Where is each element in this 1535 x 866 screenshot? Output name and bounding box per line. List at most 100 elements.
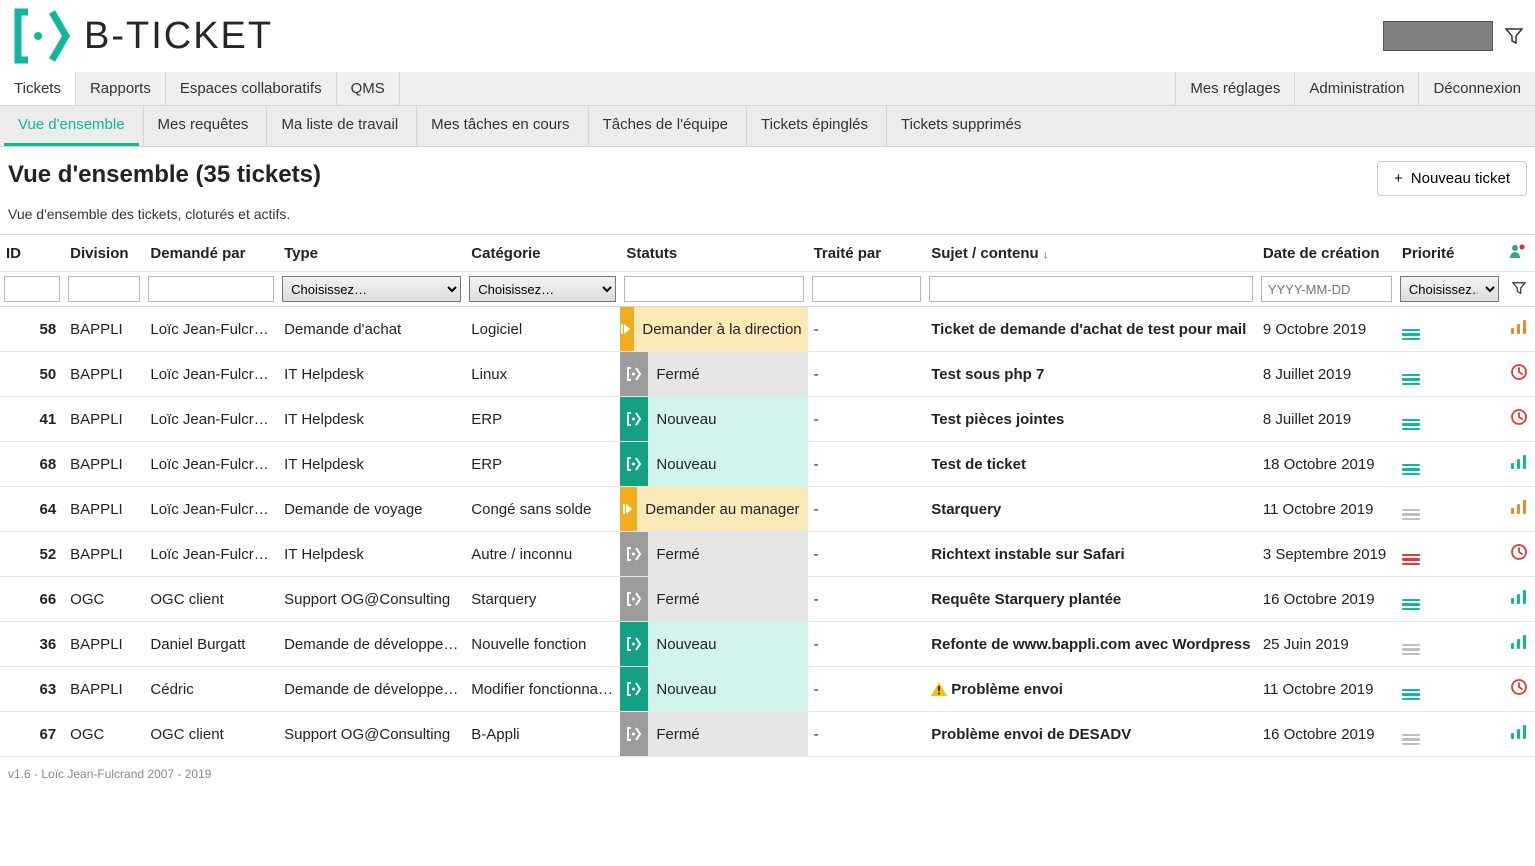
status-icon	[620, 352, 648, 396]
filter-icon[interactable]	[1512, 282, 1526, 298]
cell-division: OGC	[64, 712, 144, 757]
cell-category: Linux	[465, 352, 620, 397]
cell-subject: Test sous php 7	[925, 352, 1257, 397]
cell-status: Fermé	[620, 712, 807, 757]
cell-extra	[1503, 397, 1535, 442]
filter-date-input[interactable]	[1261, 276, 1392, 302]
cell-created: 8 Juillet 2019	[1257, 352, 1396, 397]
filter-subject-input[interactable]	[929, 276, 1253, 302]
table-row[interactable]: 41BAPPLILoïc Jean-FulcrandIT HelpdeskERP…	[0, 397, 1535, 442]
cell-extra	[1503, 667, 1535, 712]
status-bars-icon	[1511, 590, 1526, 604]
logo: B-TICKET	[4, 6, 273, 66]
col-priority[interactable]: Priorité	[1396, 235, 1503, 272]
cell-handled-by: -	[808, 397, 926, 442]
search-box[interactable]	[1383, 21, 1493, 51]
cell-created: 18 Octobre 2019	[1257, 442, 1396, 487]
col-category[interactable]: Catégorie	[465, 235, 620, 272]
plus-icon: +	[1394, 170, 1403, 187]
cell-extra	[1503, 307, 1535, 352]
cell-status: Nouveau	[620, 667, 807, 712]
filter-status-input[interactable]	[624, 276, 803, 302]
subnav-overview[interactable]: Vue d'ensemble	[4, 106, 139, 146]
table-row[interactable]: 68BAPPLILoïc Jean-FulcrandIT HelpdeskERP…	[0, 442, 1535, 487]
filter-category-select[interactable]: Choisissez…	[469, 276, 616, 302]
table-row[interactable]: 58BAPPLILoïc Jean-FulcrandDemande d'acha…	[0, 307, 1535, 352]
overdue-clock-icon	[1510, 678, 1528, 696]
col-status[interactable]: Statuts	[620, 235, 807, 272]
cell-priority	[1396, 667, 1503, 712]
cell-status: Demander à la direction	[620, 307, 807, 352]
new-ticket-button[interactable]: + Nouveau ticket	[1377, 161, 1527, 196]
sort-indicator-icon: ↓	[1043, 249, 1049, 261]
filter-division-input[interactable]	[68, 276, 140, 302]
col-type[interactable]: Type	[278, 235, 465, 272]
cell-subject: Ticket de demande d'achat de test pour m…	[925, 307, 1257, 352]
table-row[interactable]: 64BAPPLILoïc Jean-FulcrandDemande de voy…	[0, 487, 1535, 532]
nav-tickets[interactable]: Tickets	[0, 72, 76, 105]
nav-qms[interactable]: QMS	[337, 72, 400, 105]
cell-priority	[1396, 532, 1503, 577]
status-bars-icon	[1511, 635, 1526, 649]
cell-id: 66	[0, 577, 64, 622]
filter-icon[interactable]	[1505, 27, 1523, 45]
cell-subject: Requête Starquery plantée	[925, 577, 1257, 622]
col-id[interactable]: ID	[0, 235, 64, 272]
table-row[interactable]: 36BAPPLIDaniel BurgattDemande de dévelop…	[0, 622, 1535, 667]
col-subject[interactable]: Sujet / contenu↓	[925, 235, 1257, 272]
priority-icon	[1402, 644, 1420, 656]
cell-category: ERP	[465, 442, 620, 487]
status-label: Nouveau	[648, 667, 807, 711]
table-row[interactable]: 63BAPPLICédricDemande de développementMo…	[0, 667, 1535, 712]
filter-requested-by-input[interactable]	[148, 276, 274, 302]
subnav-deleted[interactable]: Tickets supprimés	[886, 106, 1035, 146]
table-row[interactable]: 50BAPPLILoïc Jean-FulcrandIT HelpdeskLin…	[0, 352, 1535, 397]
page-title: Vue d'ensemble (35 tickets)	[8, 161, 321, 189]
priority-icon	[1402, 464, 1420, 476]
cell-created: 25 Juin 2019	[1257, 622, 1396, 667]
nav-admin[interactable]: Administration	[1294, 72, 1418, 105]
cell-priority	[1396, 352, 1503, 397]
filter-id-input[interactable]	[4, 276, 60, 302]
col-requested-by[interactable]: Demandé par	[144, 235, 278, 272]
filter-type-select[interactable]: Choisissez…	[282, 276, 461, 302]
cell-handled-by: -	[808, 712, 926, 757]
cell-division: BAPPLI	[64, 667, 144, 712]
nav-espaces[interactable]: Espaces collaboratifs	[166, 72, 337, 105]
table-row[interactable]: 66OGCOGC clientSupport OG@ConsultingStar…	[0, 577, 1535, 622]
status-label: Fermé	[648, 712, 807, 756]
cell-requested-by: Loïc Jean-Fulcrand	[144, 487, 278, 532]
subnav-my-tasks[interactable]: Mes tâches en cours	[416, 106, 583, 146]
status-bars-icon	[1511, 725, 1526, 739]
status-icon	[620, 577, 648, 621]
subnav-pinned[interactable]: Tickets épinglés	[746, 106, 882, 146]
cell-handled-by: -	[808, 577, 926, 622]
subnav-my-requests[interactable]: Mes requêtes	[143, 106, 263, 146]
table-row[interactable]: 67OGCOGC clientSupport OG@ConsultingB-Ap…	[0, 712, 1535, 757]
col-handled-by[interactable]: Traité par	[808, 235, 926, 272]
col-division[interactable]: Division	[64, 235, 144, 272]
nav-rapports[interactable]: Rapports	[76, 72, 166, 105]
cell-priority	[1396, 487, 1503, 532]
cell-subject: Test pièces jointes	[925, 397, 1257, 442]
nav-logout[interactable]: Déconnexion	[1418, 72, 1535, 105]
cell-type: IT Helpdesk	[278, 442, 465, 487]
subnav-worklist[interactable]: Ma liste de travail	[266, 106, 412, 146]
cell-extra	[1503, 622, 1535, 667]
col-created[interactable]: Date de création	[1257, 235, 1396, 272]
cell-priority	[1396, 397, 1503, 442]
primary-nav: Tickets Rapports Espaces collaboratifs Q…	[0, 72, 1535, 106]
new-ticket-label: Nouveau ticket	[1411, 170, 1510, 187]
cell-type: Support OG@Consulting	[278, 577, 465, 622]
table-row[interactable]: 52BAPPLILoïc Jean-FulcrandIT HelpdeskAut…	[0, 532, 1535, 577]
cell-extra	[1503, 442, 1535, 487]
filter-priority-select[interactable]: Choisissez…	[1400, 276, 1499, 302]
cell-category: ERP	[465, 397, 620, 442]
status-label: Fermé	[648, 532, 807, 576]
subnav-team-tasks[interactable]: Tâches de l'équipe	[588, 106, 742, 146]
user-status-icon	[1509, 243, 1525, 259]
filter-handled-by-input[interactable]	[812, 276, 922, 302]
table-filter-row: Choisissez… Choisissez… Choisissez…	[0, 272, 1535, 307]
status-label: Nouveau	[648, 442, 807, 486]
nav-settings[interactable]: Mes réglages	[1175, 72, 1294, 105]
